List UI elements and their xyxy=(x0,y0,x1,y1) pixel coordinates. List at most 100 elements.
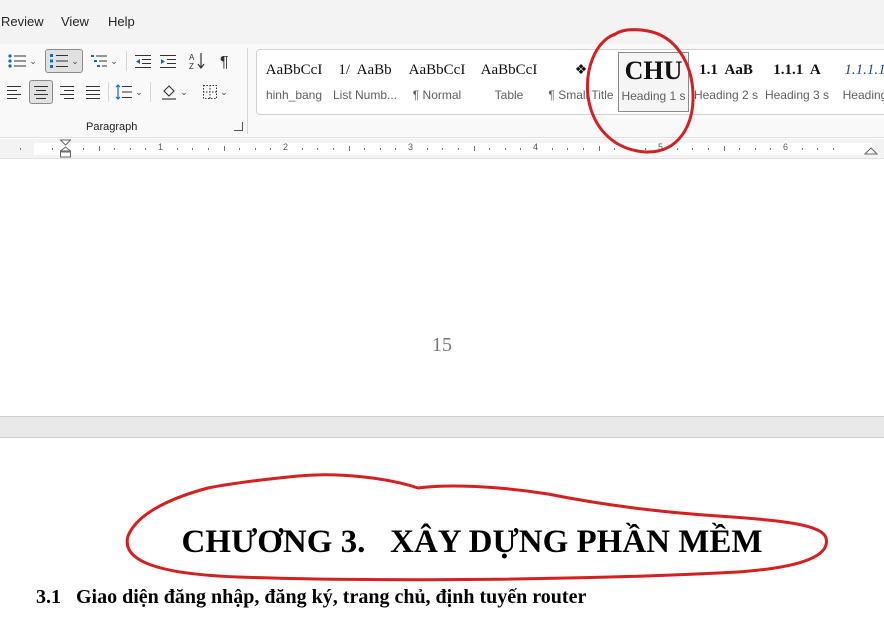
ruler-number: 1 xyxy=(158,142,164,152)
style-heading-3[interactable]: 1.1.1 A Heading 3 s xyxy=(761,52,833,112)
page-number: 15 xyxy=(432,334,452,356)
section-heading[interactable]: 3.1 Giao diện đăng nhập, đăng ký, trang … xyxy=(36,586,586,609)
indent-marker-icon[interactable] xyxy=(60,139,71,159)
style-preview: 1/ AaBb xyxy=(338,61,392,78)
menu-bar: Review View Help xyxy=(0,0,884,44)
style-preview: ❖ xyxy=(574,62,588,78)
ruler-tick xyxy=(176,148,178,150)
ruler-tick xyxy=(51,148,53,150)
ruler-tick xyxy=(145,148,147,150)
pilcrow-icon: ¶ xyxy=(220,54,229,69)
show-formatting-button[interactable]: ¶ xyxy=(214,49,238,73)
style-name: hinh_bang xyxy=(265,88,323,102)
ruler-tick xyxy=(364,148,366,150)
ruler-tick xyxy=(520,148,522,150)
ruler-tick xyxy=(426,148,428,150)
ruler-tick xyxy=(676,148,678,150)
chevron-down-icon[interactable]: ⌄ xyxy=(71,56,79,67)
chevron-down-icon[interactable]: ⌄ xyxy=(110,56,118,67)
numbering-icon xyxy=(50,54,69,68)
document-page[interactable]: CHƯƠNG 3. XÂY DỰNG PHẦN MỀM 3.1 Giao diệ… xyxy=(0,438,884,627)
style-hinh-bang[interactable]: AaBbCcI hinh_bang xyxy=(259,52,329,112)
style-name: Heading xyxy=(842,88,884,102)
document-page[interactable]: 15 xyxy=(0,160,884,416)
style-heading-2[interactable]: 1.1 AaB Heading 2 s xyxy=(691,52,761,112)
svg-text:¶: ¶ xyxy=(220,54,229,69)
align-left-icon xyxy=(7,86,21,99)
ruler-tick xyxy=(442,148,444,150)
ruler-number: 4 xyxy=(533,142,539,152)
page-break-gap xyxy=(0,416,884,438)
ruler-tick xyxy=(504,148,506,150)
shading-button[interactable]: ⌄ xyxy=(156,80,192,104)
menu-tab-help[interactable]: Help xyxy=(108,14,135,29)
align-center-icon xyxy=(34,86,48,99)
style-preview: 1.1.1 A xyxy=(773,61,821,78)
multilevel-list-button[interactable]: ⌄ xyxy=(88,49,120,73)
multilevel-list-icon xyxy=(91,55,108,67)
ruler-tick xyxy=(254,148,256,150)
bullets-icon xyxy=(8,54,27,68)
chevron-down-icon[interactable]: ⌄ xyxy=(135,87,143,98)
bullets-button[interactable]: ⌄ xyxy=(2,49,42,73)
ruler-tick xyxy=(645,148,647,150)
style-heading[interactable]: 1.1.1.1 Heading xyxy=(833,52,884,112)
ruler-tick xyxy=(614,148,616,150)
ruler-tick xyxy=(567,148,569,150)
ruler-tick xyxy=(379,148,381,150)
svg-text:A: A xyxy=(189,53,195,62)
style-preview: 1.1 AaB xyxy=(699,61,753,78)
chapter-heading[interactable]: CHƯƠNG 3. XÂY DỰNG PHẦN MỀM xyxy=(0,524,884,561)
paint-bucket-icon xyxy=(162,85,177,100)
chevron-down-icon[interactable]: ⌄ xyxy=(220,87,228,98)
ruler-tick xyxy=(489,148,491,150)
align-right-icon xyxy=(60,86,74,99)
menu-tab-view[interactable]: View xyxy=(61,14,89,29)
separator xyxy=(150,82,151,102)
ruler-tick xyxy=(98,146,100,151)
justify-button[interactable] xyxy=(81,80,105,104)
ruler-tick xyxy=(582,148,584,150)
paragraph-dialog-launcher-icon[interactable] xyxy=(234,122,243,131)
numbering-button[interactable]: ⌄ xyxy=(45,49,83,73)
ruler-tick xyxy=(723,146,725,151)
ruler-tick xyxy=(832,148,834,150)
chevron-down-icon[interactable]: ⌄ xyxy=(29,56,37,67)
ruler-tick xyxy=(692,148,694,150)
style-list-number[interactable]: 1/ AaBb List Numb... xyxy=(329,52,401,112)
increase-indent-button[interactable] xyxy=(156,49,180,73)
borders-button[interactable]: ⌄ xyxy=(197,80,233,104)
ruler-tick xyxy=(317,148,319,150)
align-left-button[interactable] xyxy=(2,80,26,104)
decrease-indent-button[interactable] xyxy=(131,49,155,73)
ruler-tick xyxy=(801,148,803,150)
ruler-tick xyxy=(332,148,334,150)
style-normal[interactable]: AaBbCcI ¶ Normal xyxy=(401,52,473,112)
line-spacing-button[interactable]: ⌄ xyxy=(112,80,146,104)
ruler-tick xyxy=(395,148,397,150)
ruler-tick xyxy=(348,146,350,151)
ruler-tick xyxy=(817,148,819,150)
ruler-number: 6 xyxy=(783,142,789,152)
style-preview: CHU xyxy=(624,56,683,85)
chevron-down-icon[interactable]: ⌄ xyxy=(180,87,188,98)
ruler-tick xyxy=(82,148,84,150)
sort-button[interactable]: AZ xyxy=(185,49,209,73)
paragraph-group-label: Paragraph xyxy=(86,121,138,133)
align-center-button[interactable] xyxy=(29,80,53,104)
decrease-indent-icon xyxy=(135,55,151,68)
separator xyxy=(108,82,109,102)
style-preview: AaBbCcI xyxy=(265,61,323,78)
align-right-button[interactable] xyxy=(55,80,79,104)
justify-icon xyxy=(86,86,100,99)
ruler-tick xyxy=(598,146,600,151)
svg-text:Z: Z xyxy=(189,62,194,70)
horizontal-ruler[interactable]: 1 2 3 4 5 6 xyxy=(0,139,884,159)
style-table[interactable]: AaBbCcI Table xyxy=(473,52,545,112)
style-small-title[interactable]: ❖ ¶ Small Title xyxy=(545,52,617,112)
ruler-tick xyxy=(301,148,303,150)
style-heading-1[interactable]: CHU Heading 1 s xyxy=(618,52,689,112)
style-name: Table xyxy=(494,88,524,102)
menu-tab-review[interactable]: Review xyxy=(1,14,44,29)
style-name: ¶ Normal xyxy=(412,88,462,102)
